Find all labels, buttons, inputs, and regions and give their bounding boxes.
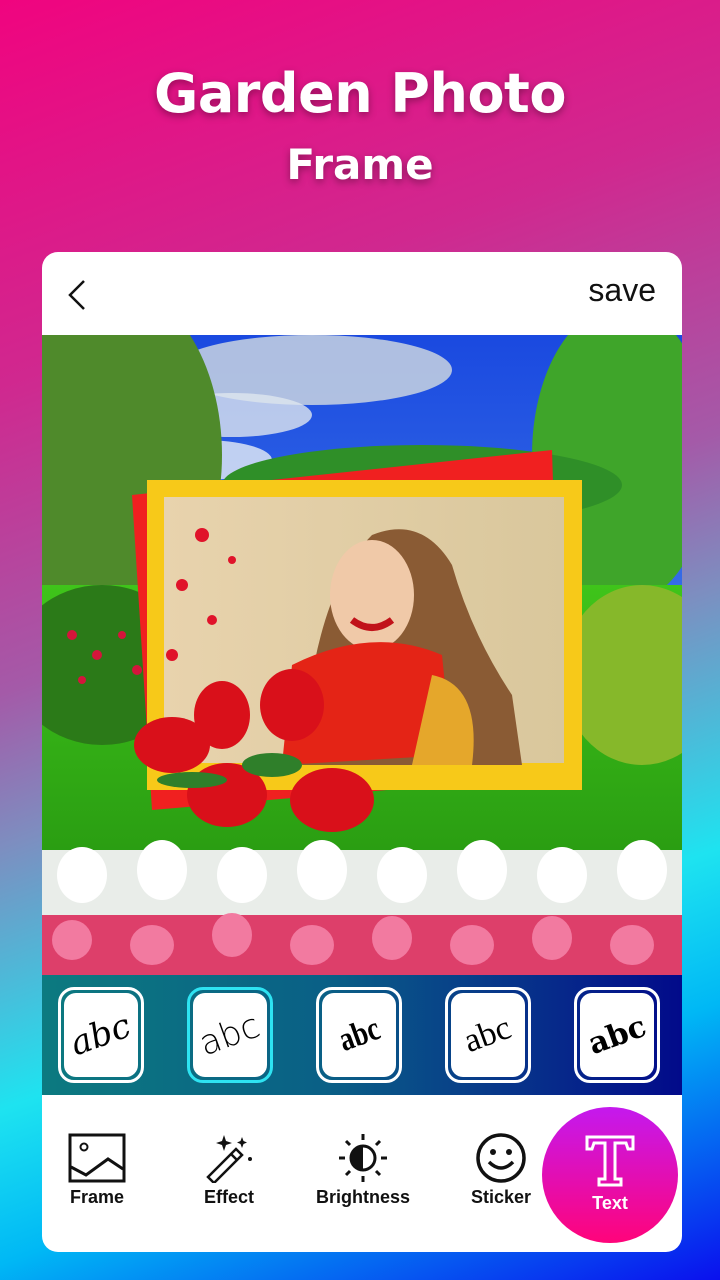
tool-sticker[interactable]: Sticker: [446, 1133, 556, 1208]
font-style-strip: abc abc abc abc abc: [42, 975, 682, 1095]
font-sample: abc: [459, 1009, 517, 1060]
app-title: Garden Photo: [154, 62, 566, 125]
font-sample: abc: [65, 1005, 137, 1065]
bottom-toolbar: Frame Effect Brightness Sticker Text: [42, 1095, 682, 1252]
text-t-icon: [585, 1135, 635, 1187]
tool-label: Brightness: [315, 1187, 411, 1207]
magic-wand-icon: [206, 1135, 252, 1183]
font-style-tile[interactable]: abc: [574, 987, 660, 1083]
save-button[interactable]: save: [588, 272, 656, 309]
tool-label: Effect: [203, 1187, 254, 1207]
app-subtitle: Frame: [286, 140, 434, 189]
font-sample: abc: [583, 1008, 651, 1062]
tool-text-active[interactable]: Text: [542, 1107, 678, 1243]
font-sample: abc: [194, 1005, 266, 1065]
tool-brightness[interactable]: Brightness: [308, 1133, 418, 1208]
back-button[interactable]: [64, 278, 92, 312]
brightness-icon: [339, 1134, 387, 1182]
smiley-icon: [476, 1133, 526, 1183]
tool-effect[interactable]: Effect: [174, 1133, 284, 1208]
editor-card: save abc abc abc abc abc Frame Effect Br…: [42, 252, 682, 1252]
tool-frame[interactable]: Frame: [42, 1133, 152, 1208]
image-icon: [68, 1133, 126, 1183]
tool-label: Frame: [69, 1187, 125, 1207]
photo-canvas[interactable]: [42, 335, 682, 975]
font-style-tile[interactable]: abc: [316, 987, 402, 1083]
font-style-tile-selected[interactable]: abc: [187, 987, 273, 1083]
garden-photo: [42, 335, 682, 975]
top-bar: save: [42, 252, 682, 335]
font-style-tile[interactable]: abc: [445, 987, 531, 1083]
tool-label: Text: [592, 1193, 628, 1213]
chevron-left-icon: [68, 280, 85, 310]
tool-label: Sticker: [470, 1187, 532, 1207]
font-style-tile[interactable]: abc: [58, 987, 144, 1083]
font-sample: abc: [333, 1010, 385, 1059]
